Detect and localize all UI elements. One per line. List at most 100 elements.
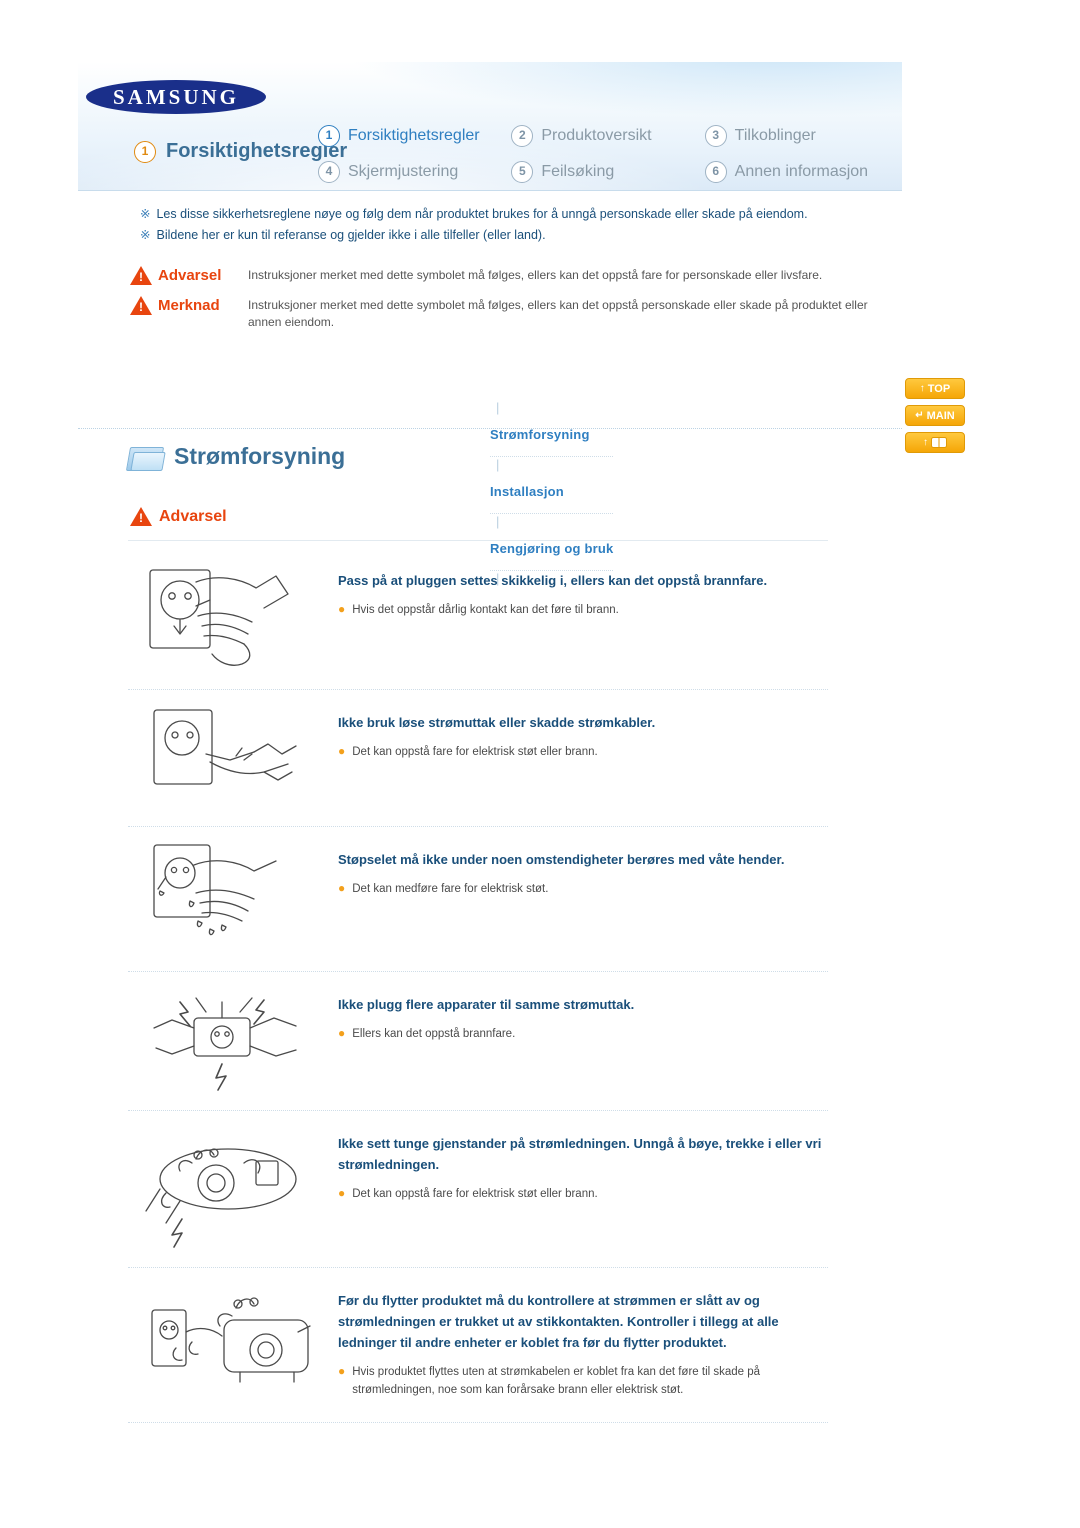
bullet-dot-icon: ● xyxy=(338,1186,346,1200)
warning-heading-divider xyxy=(128,540,828,541)
enter-arrow-icon-main: ↵ xyxy=(915,410,924,421)
book-icon xyxy=(931,437,947,448)
nav-number-icon-1: 1 xyxy=(318,125,340,147)
warning-bullet-2-1: ● Det kan oppstå fare for elektrisk støt… xyxy=(338,743,828,761)
nav-label-4: Skjermjustering xyxy=(348,163,459,180)
illustration-hand-plugging-in-socket xyxy=(128,560,338,675)
legend-row-advarsel: Advarsel Instruksjoner merket med dette … xyxy=(130,265,890,285)
warning-bullet-text-2-1: Det kan oppstå fare for elektrisk støt e… xyxy=(352,746,598,758)
bullet-dot-icon: ● xyxy=(338,602,346,616)
nav-number-icon-2: 2 xyxy=(511,125,534,147)
warning-body-2: Ikke bruk løse strømuttak eller skadde s… xyxy=(338,702,828,761)
caution-triangle-icon xyxy=(130,296,152,315)
manual-page: SAMSUNG 1 Forsiktighetsregler 1 Forsikti… xyxy=(0,0,1080,1528)
warning-heading-label: Advarsel xyxy=(159,507,227,525)
illustration-wet-hands-plug xyxy=(128,839,338,957)
warning-item-2: Ikke bruk løse strømuttak eller skadde s… xyxy=(128,690,828,827)
intro-notes: ※ Les disse sikkerhetsreglene nøye og fø… xyxy=(140,205,880,247)
warning-body-3: Støpselet må ikke under noen omstendighe… xyxy=(338,839,828,898)
intro-line-1: ※ Les disse sikkerhetsreglene nøye og fø… xyxy=(140,205,880,224)
warning-item-6: Før du flytter produktet må du kontrolle… xyxy=(128,1268,828,1423)
nav-label-1: Forsiktighetsregler xyxy=(348,127,480,144)
warning-bullet-1-1: ● Hvis det oppstår dårlig kontakt kan de… xyxy=(338,601,828,619)
section-number-badge: 1 xyxy=(134,140,156,163)
warning-title-6: Før du flytter produktet må du kontrolle… xyxy=(338,1293,779,1350)
note-mark-icon-2: ※ xyxy=(140,228,151,242)
illustration-damaged-cable-socket xyxy=(128,702,338,812)
block-title: Strømforsyning xyxy=(174,443,346,469)
main-button[interactable]: ↵ MAIN xyxy=(905,405,965,426)
warning-body-5: Ikke sett tunge gjenstander på strømledn… xyxy=(338,1123,828,1203)
warning-body-6: Før du flytter produktet må du kontrolle… xyxy=(338,1280,828,1399)
legend-text-merknad: Instruksjoner merket med dette symbolet … xyxy=(248,298,868,329)
bullet-dot-icon: ● xyxy=(338,1364,346,1378)
subnav-item-installasjon[interactable]: Installasjon xyxy=(490,472,614,514)
nav-item-feilsoking[interactable]: 5 Feilsøking xyxy=(511,154,704,190)
nav-item-tilkoblinger[interactable]: 3 Tilkoblinger xyxy=(704,118,898,154)
main-button-label: MAIN xyxy=(926,409,955,422)
subnav-divider xyxy=(78,428,902,429)
symbol-legend: Advarsel Instruksjoner merket med dette … xyxy=(130,265,890,341)
nav-item-skjermjustering[interactable]: 4 Skjermjustering xyxy=(318,154,511,190)
warning-title-5: Ikke sett tunge gjenstander på strømledn… xyxy=(338,1136,822,1172)
bullet-dot-icon: ● xyxy=(338,1026,346,1040)
bullet-dot-icon: ● xyxy=(338,881,346,895)
warning-bullet-6-1: ● Hvis produktet flyttes uten at strømka… xyxy=(338,1363,828,1399)
samsung-logo: SAMSUNG xyxy=(86,80,266,114)
warning-title-4: Ikke plugg flere apparater til samme str… xyxy=(338,997,635,1012)
warning-body-4: Ikke plugg flere apparater til samme str… xyxy=(338,984,828,1043)
up-arrow-icon-top: ↑ xyxy=(919,383,925,394)
warning-bullet-4-1: ● Ellers kan det oppstå brannfare. xyxy=(338,1025,828,1043)
warning-item-1: Pass på at pluggen settes skikkelig i, e… xyxy=(128,548,828,690)
current-section-title: 1 Forsiktighetsregler xyxy=(134,140,347,163)
folder-front xyxy=(130,451,166,471)
warning-title-3: Støpselet må ikke under noen omstendighe… xyxy=(338,852,785,867)
illustration-heavy-object-on-cord xyxy=(128,1123,338,1253)
side-button-group: ↑ TOP ↵ MAIN ↑ xyxy=(905,378,965,453)
warning-bullet-text-3-1: Det kan medføre fare for elektrisk støt. xyxy=(352,883,549,895)
nav-label-5: Feilsøking xyxy=(541,163,615,180)
nav-number-icon-6: 6 xyxy=(704,161,727,183)
legend-label-advarsel: Advarsel xyxy=(158,267,222,284)
warning-item-3: Støpselet må ikke under noen omstendighe… xyxy=(128,827,828,972)
chapter-nav: 1 Forsiktighetsregler 2 Produktoversikt … xyxy=(318,118,898,190)
subnav-sep-0: | xyxy=(496,400,500,415)
top-button[interactable]: ↑ TOP xyxy=(905,378,965,399)
legend-label-merknad: Merknad xyxy=(158,297,220,314)
warning-bullet-3-1: ● Det kan medføre fare for elektrisk stø… xyxy=(338,880,828,898)
warning-bullet-5-1: ● Det kan oppstå fare for elektrisk støt… xyxy=(338,1185,828,1203)
nav-number-icon-5: 5 xyxy=(511,161,534,183)
nav-item-annen-informasjon[interactable]: 6 Annen informasjon xyxy=(704,154,898,190)
warning-item-4: Ikke plugg flere apparater til samme str… xyxy=(128,972,828,1111)
bullet-dot-icon: ● xyxy=(338,744,346,758)
legend-badge-advarsel: Advarsel xyxy=(130,265,248,285)
warning-bullet-text-1-1: Hvis det oppstår dårlig kontakt kan det … xyxy=(352,604,619,616)
nav-label-6: Annen informasjon xyxy=(734,163,869,180)
top-button-label: TOP xyxy=(927,382,951,395)
nav-item-forsiktighetsregler[interactable]: 1 Forsiktighetsregler xyxy=(318,118,511,154)
warning-heading: Advarsel xyxy=(130,507,227,526)
intro-line-2: ※ Bildene her er kun til referanse og gj… xyxy=(140,226,880,245)
warning-item-5: Ikke sett tunge gjenstander på strømledn… xyxy=(128,1111,828,1268)
nav-item-produktoversikt[interactable]: 2 Produktoversikt xyxy=(511,118,704,154)
folder-icon xyxy=(125,444,166,471)
block-heading: Strømforsyning xyxy=(125,443,346,471)
warning-title-2: Ikke bruk løse strømuttak eller skadde s… xyxy=(338,715,656,730)
legend-row-merknad: Merknad Instruksjoner merket med dette s… xyxy=(130,295,890,331)
index-button[interactable]: ↑ xyxy=(905,432,965,453)
warning-title-1: Pass på at pluggen settes skikkelig i, e… xyxy=(338,573,768,588)
subnav-sep-2: | xyxy=(496,514,500,529)
subnav-item-stromforsyning[interactable]: Strømforsyning xyxy=(490,415,614,457)
nav-label-3: Tilkoblinger xyxy=(734,127,816,144)
warning-bullet-text-6-1: Hvis produktet flyttes uten at strømkabe… xyxy=(352,1366,761,1396)
nav-number-icon-3: 3 xyxy=(704,125,727,147)
nav-number-icon-4: 4 xyxy=(318,161,340,183)
illustration-overloaded-outlet xyxy=(128,984,338,1096)
up-arrow-icon-index: ↑ xyxy=(923,437,928,448)
warning-bullet-text-5-1: Det kan oppstå fare for elektrisk støt e… xyxy=(352,1188,598,1200)
legend-text-advarsel: Instruksjoner merket med dette symbolet … xyxy=(248,268,823,282)
note-mark-icon-1: ※ xyxy=(140,207,151,221)
intro-text-2: Bildene her er kun til referanse og gjel… xyxy=(156,228,546,242)
warning-bullet-text-4-1: Ellers kan det oppstå brannfare. xyxy=(352,1028,516,1040)
nav-label-2: Produktoversikt xyxy=(541,127,652,144)
